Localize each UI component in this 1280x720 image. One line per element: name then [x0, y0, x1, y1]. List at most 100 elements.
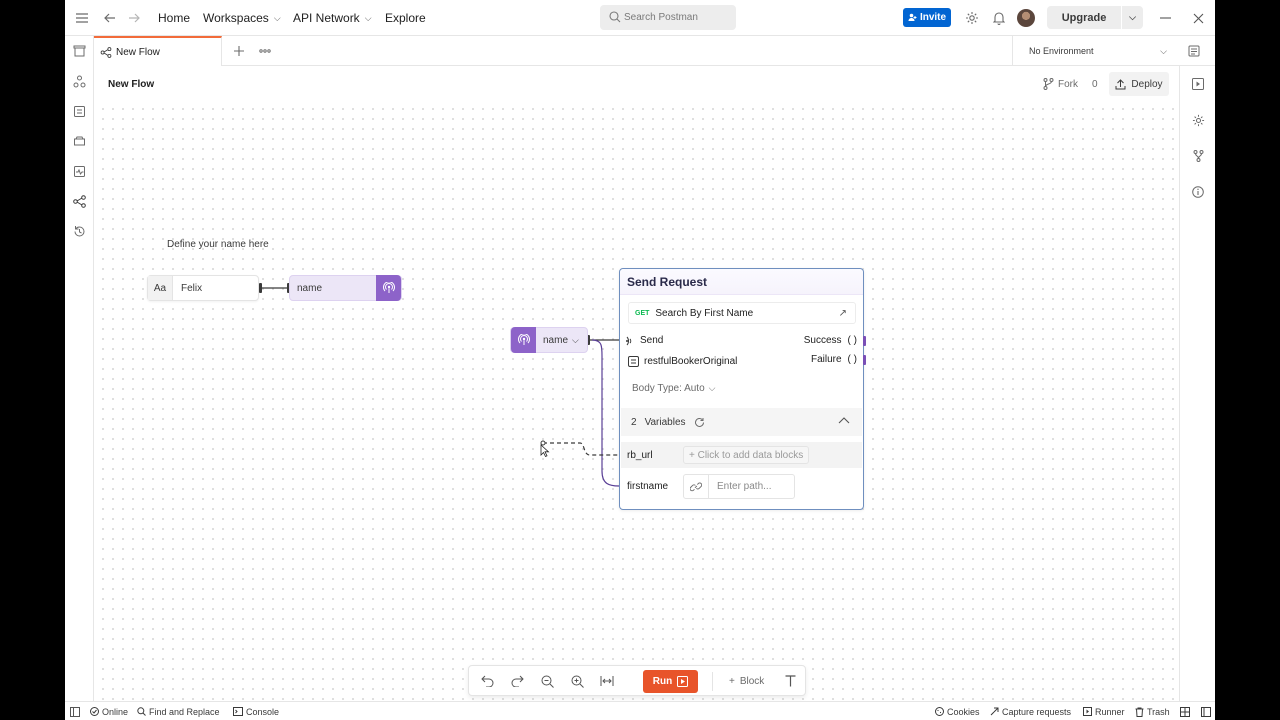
- success-output: Success ( ): [804, 335, 857, 346]
- history-icon[interactable]: [71, 223, 88, 240]
- forward-arrow-icon[interactable]: [127, 11, 141, 25]
- environment-row[interactable]: restfulBookerOriginal: [628, 356, 737, 367]
- monitors-icon[interactable]: [71, 163, 88, 180]
- new-tab-plus-icon[interactable]: [232, 44, 246, 58]
- flows-icon[interactable]: [71, 193, 88, 210]
- open-request-arrow-icon[interactable]: ↗: [839, 308, 847, 319]
- undo-icon[interactable]: [479, 673, 495, 689]
- environments-icon[interactable]: [71, 103, 88, 120]
- zoom-out-icon[interactable]: [539, 673, 555, 689]
- nav-workspaces[interactable]: Workspaces ⌵: [203, 0, 281, 36]
- chevron-down-icon: ⌵: [572, 334, 579, 345]
- failure-port[interactable]: [863, 355, 866, 365]
- nav-api-network[interactable]: API Network ⌵: [293, 0, 372, 36]
- run-label: Run: [652, 676, 673, 687]
- find-and-replace[interactable]: Find and Replace: [137, 702, 220, 720]
- zoom-in-icon[interactable]: [569, 673, 585, 689]
- text-tool-icon[interactable]: [782, 673, 798, 689]
- more-options-icon[interactable]: [258, 44, 272, 58]
- deploy-button[interactable]: Deploy: [1109, 72, 1169, 96]
- capture-requests[interactable]: Capture requests: [990, 702, 1071, 720]
- variable-block-name[interactable]: name: [289, 275, 402, 301]
- nav-explore[interactable]: Explore: [385, 0, 426, 36]
- notification-bell-icon[interactable]: [991, 10, 1006, 25]
- status-bar: Online Find and Replace Console Cookies …: [65, 701, 1215, 720]
- minimize-window-icon[interactable]: [1158, 11, 1172, 25]
- postman-window: Home Workspaces ⌵ API Network ⌵ Explore Se…: [65, 0, 1215, 720]
- success-port[interactable]: [863, 336, 866, 346]
- chevron-down-icon[interactable]: ⌵: [1122, 12, 1143, 23]
- run-panel-icon[interactable]: [1190, 76, 1206, 92]
- search-icon: [137, 707, 146, 716]
- runner[interactable]: Runner: [1083, 702, 1125, 720]
- variable-reference-text: name: [543, 334, 569, 346]
- nav-home[interactable]: Home: [158, 0, 190, 36]
- variables-label: Variables: [644, 416, 686, 428]
- trash-label: Trash: [1147, 706, 1170, 717]
- variable-row-firstname: firstname Enter path...: [621, 473, 862, 499]
- canvas-toolbar: Run + Block: [468, 665, 806, 696]
- right-sidebar: [1179, 66, 1215, 701]
- console-label: Console: [246, 706, 280, 717]
- trash-icon: [1135, 707, 1144, 717]
- failure-label: Failure: [810, 354, 842, 365]
- settings-icon[interactable]: [1190, 112, 1206, 128]
- variable-reference-label[interactable]: name ⌵: [536, 335, 579, 346]
- body-type-selector[interactable]: Body Type: Auto ⌵: [632, 383, 715, 394]
- run-button[interactable]: Run: [643, 670, 698, 693]
- success-port-icon: ( ): [847, 335, 857, 346]
- fork-branch-icon[interactable]: [1190, 148, 1206, 164]
- user-avatar[interactable]: [1017, 9, 1035, 27]
- tab-new-flow[interactable]: New Flow: [94, 36, 222, 66]
- environment-selector[interactable]: No Environment ⌵: [1012, 36, 1179, 66]
- fork-button[interactable]: Fork: [1043, 76, 1078, 92]
- search-placeholder: Search Postman: [624, 12, 698, 23]
- variable-reference-name[interactable]: name ⌵: [510, 327, 588, 353]
- console[interactable]: Console: [233, 702, 279, 720]
- toggle-sidebar-icon[interactable]: [70, 702, 80, 720]
- apis-icon[interactable]: [71, 73, 88, 90]
- success-label: Success: [803, 335, 842, 346]
- search-input[interactable]: Search Postman: [600, 5, 736, 30]
- send-input-row: Send: [626, 335, 663, 346]
- trash[interactable]: Trash: [1135, 702, 1170, 720]
- add-block-button[interactable]: + Block: [729, 673, 764, 689]
- path-input[interactable]: Enter path...: [683, 474, 795, 499]
- broadcast-icon: [511, 327, 536, 353]
- invite-button[interactable]: Invite: [903, 8, 951, 27]
- mock-servers-icon[interactable]: [71, 133, 88, 150]
- canvas-note[interactable]: Define your name here: [167, 239, 269, 250]
- environment-label: No Environment: [1029, 46, 1094, 56]
- fit-to-screen-icon[interactable]: [599, 673, 615, 689]
- cookies[interactable]: Cookies: [935, 702, 980, 720]
- refresh-icon[interactable]: [694, 417, 705, 428]
- redo-icon[interactable]: [509, 673, 525, 689]
- upgrade-button[interactable]: Upgrade ⌵: [1047, 6, 1143, 29]
- back-arrow-icon[interactable]: [103, 11, 117, 25]
- fork-label: Fork: [1058, 78, 1078, 90]
- runner-icon: [1083, 707, 1092, 716]
- text-block[interactable]: Aa Felix: [147, 275, 259, 301]
- tab-new-flow-label: New Flow: [116, 46, 160, 58]
- text-block-value[interactable]: Felix: [173, 283, 202, 294]
- request-selector[interactable]: GET Search By First Name ↗: [628, 302, 856, 324]
- settings-gear-icon[interactable]: [964, 10, 979, 25]
- online-status[interactable]: Online: [90, 702, 128, 720]
- info-icon[interactable]: [1190, 184, 1206, 200]
- add-data-blocks-button[interactable]: + Click to add data blocks: [683, 446, 810, 464]
- layout-toggle-icon[interactable]: [1180, 702, 1190, 720]
- collections-icon[interactable]: [71, 43, 88, 60]
- send-label: Send: [640, 335, 664, 346]
- help-icon[interactable]: [1201, 702, 1211, 720]
- play-icon: [677, 676, 689, 687]
- fork-count: 0: [1092, 79, 1098, 90]
- chevron-up-icon[interactable]: [838, 415, 850, 427]
- nav-api-network-label: API Network: [293, 11, 360, 25]
- path-input-placeholder: Enter path...: [717, 481, 772, 492]
- environment-quick-look-icon[interactable]: [1186, 43, 1202, 59]
- variables-header[interactable]: 2 Variables: [621, 408, 862, 436]
- close-window-icon[interactable]: [1191, 11, 1205, 25]
- deploy-label: Deploy: [1131, 78, 1163, 90]
- send-request-block[interactable]: Send Request GET Search By First Name ↗ …: [619, 268, 866, 510]
- hamburger-menu-icon[interactable]: [75, 11, 89, 25]
